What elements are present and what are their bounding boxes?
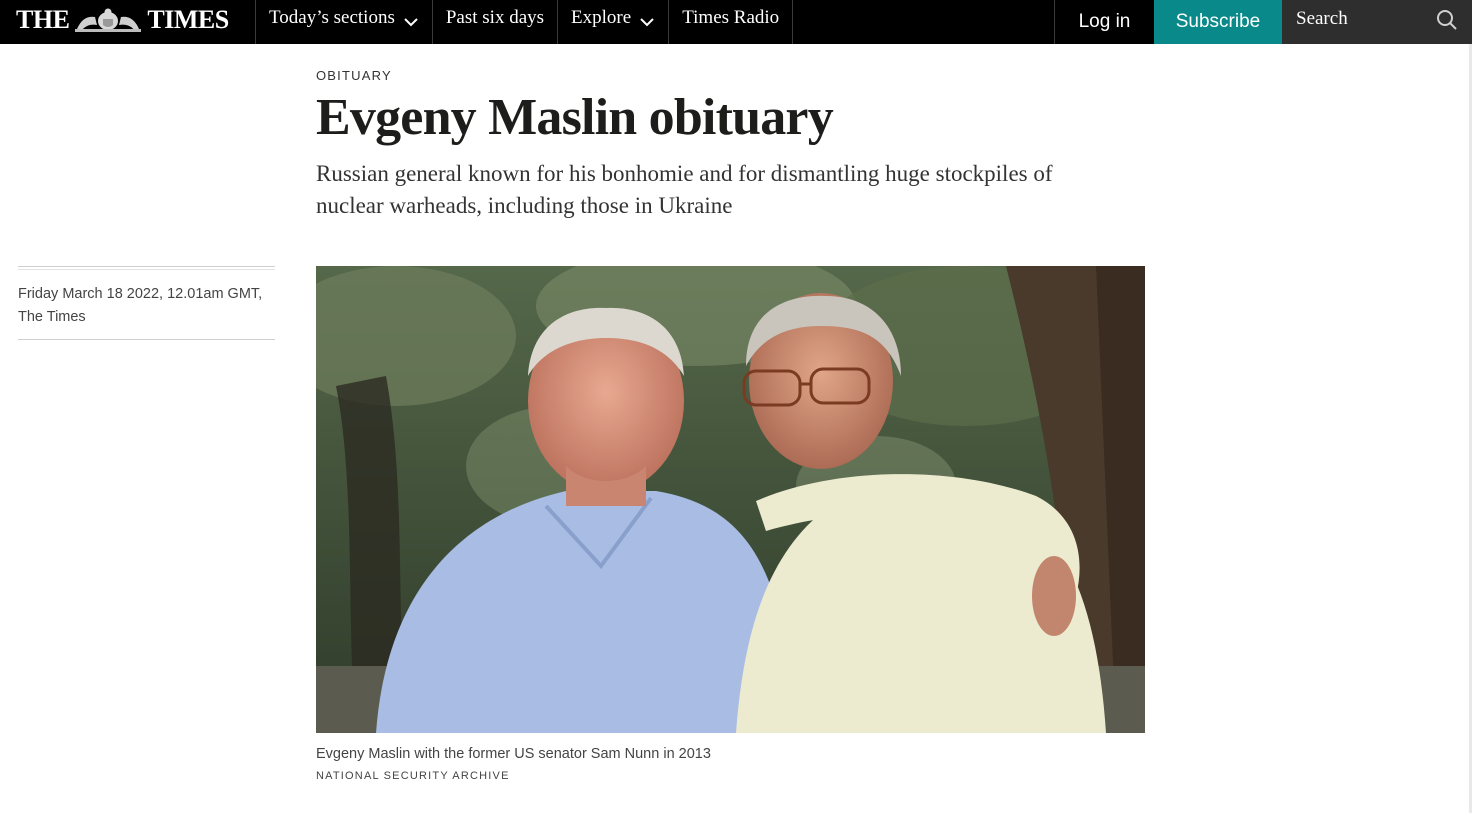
nav-label: Times Radio (682, 7, 780, 28)
search-box (1282, 0, 1472, 44)
photo-illustration (316, 266, 1145, 733)
royal-crest-icon (75, 8, 142, 32)
publish-date: Friday March 18 2022, 12.01am GMT, (18, 286, 263, 302)
article-meta: Friday March 18 2022, 12.01am GMT, The T… (18, 266, 275, 340)
top-navigation-bar: THE TIMES Today’s sections Past six days… (0, 0, 1472, 44)
nav-todays-sections[interactable]: Today’s sections (255, 0, 432, 44)
masthead-times: TIMES (147, 5, 229, 34)
article-headline: Evgeny Maslin obituary (316, 89, 834, 146)
nav-label: Explore (571, 7, 632, 28)
photo-caption: Evgeny Maslin with the former US senator… (316, 746, 711, 762)
chevron-down-icon (640, 18, 654, 27)
section-label[interactable]: OBITUARY (316, 68, 392, 83)
chevron-down-icon (404, 18, 418, 27)
masthead-the: THE (16, 5, 70, 34)
times-logo[interactable]: THE TIMES (16, 4, 229, 36)
main-nav: Today’s sections Past six days Explore T… (255, 0, 794, 44)
publication-name: The Times (18, 309, 86, 325)
article-standfirst: Russian general known for his bonhomie a… (316, 161, 1053, 218)
subscribe-button[interactable]: Subscribe (1154, 0, 1282, 44)
nav-explore[interactable]: Explore (557, 0, 668, 44)
lead-photo[interactable] (316, 266, 1145, 733)
nav-times-radio[interactable]: Times Radio (668, 0, 794, 44)
divider (18, 269, 275, 270)
search-input[interactable] (1294, 7, 1438, 31)
photo-credit: NATIONAL SECURITY ARCHIVE (316, 770, 510, 782)
login-link[interactable]: Log in (1054, 0, 1154, 44)
nav-past-six-days[interactable]: Past six days (431, 0, 557, 44)
nav-label: Today’s sections (269, 7, 395, 28)
nav-label: Past six days (445, 7, 545, 28)
search-icon[interactable] (1436, 9, 1458, 31)
